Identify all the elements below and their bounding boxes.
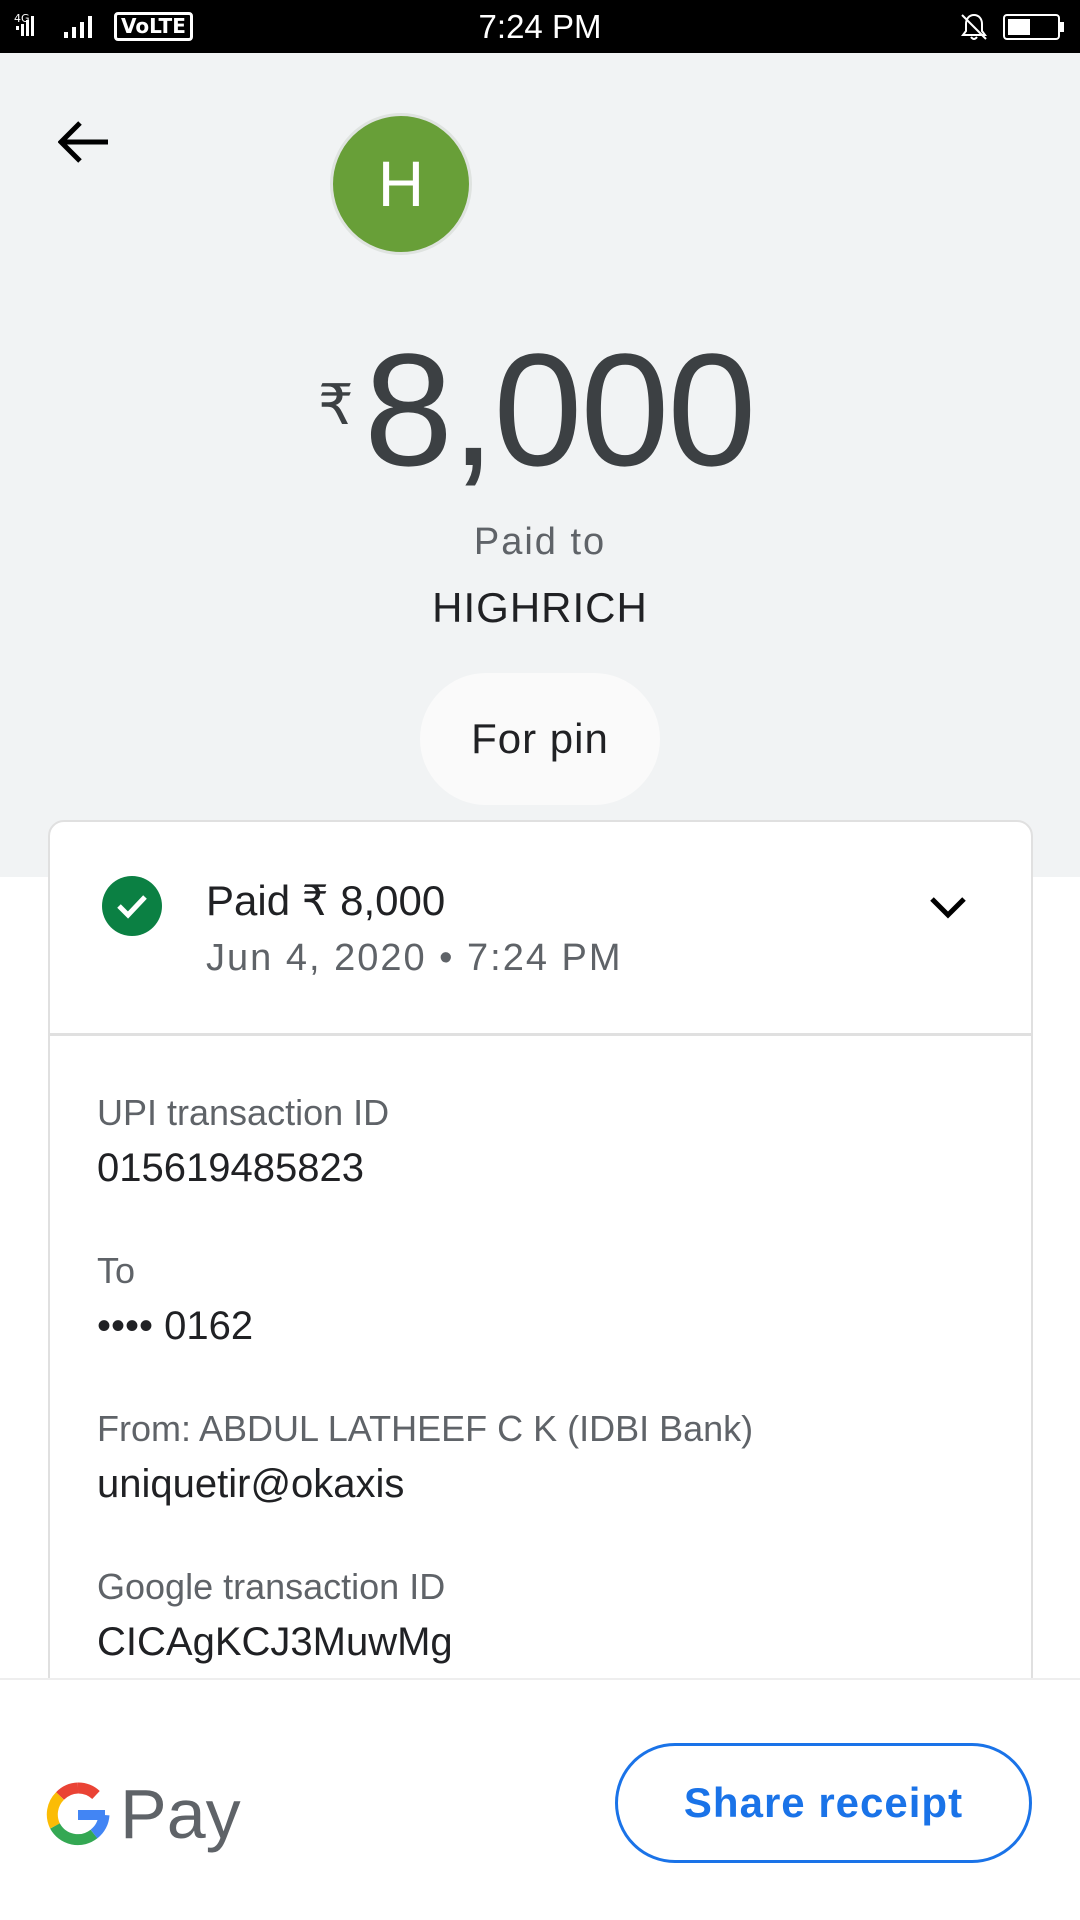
detail-value: •••• 0162 [97,1304,254,1348]
detail-value: 015619485823 [97,1146,364,1190]
detail-upi-transaction-id: UPI transaction ID 015619485823 [97,1092,389,1191]
detail-label: UPI transaction ID [97,1092,390,1133]
transaction-header[interactable]: Paid ₹ 8,000 Jun 4, 2020 • 7:24 PM [50,822,1031,1036]
detail-google-transaction-id: Google transaction ID CICAgKCJ3MuwMg [97,1566,453,1665]
battery-icon [1003,14,1064,40]
transaction-status-title: Paid ₹ 8,000 [206,877,446,924]
expand-button[interactable] [920,880,976,936]
bottom-bar: Pay Share receipt [0,1678,1080,1920]
payee-avatar: H [330,113,472,255]
status-bar: 4G VoLTE 7:24 PM [0,0,1080,53]
bell-muted-icon [961,13,987,40]
detail-to: To •••• 0162 [97,1250,253,1349]
arrow-back-icon [58,121,108,163]
payment-amount: 8,000 [364,320,756,499]
google-g-icon [46,1782,110,1846]
transaction-date: Jun 4, 2020 • 7:24 PM [206,937,623,979]
detail-label: From: ABDUL LATHEEF C K (IDBI Bank) [97,1408,754,1449]
check-circle-icon [102,876,162,936]
share-receipt-button[interactable]: Share receipt [615,1743,1032,1863]
detail-value: CICAgKCJ3MuwMg [97,1620,453,1664]
payment-note: For pin [420,673,660,805]
google-pay-logo: Pay [46,1764,241,1864]
pay-wordmark: Pay [120,1775,241,1853]
detail-from: From: ABDUL LATHEEF C K (IDBI Bank) uniq… [97,1408,753,1507]
paid-to-label: Paid to [473,521,607,563]
back-button[interactable] [52,110,116,174]
currency-symbol: ₹ [318,373,354,436]
detail-label: Google transaction ID [97,1566,446,1607]
detail-label: To [97,1250,136,1291]
payee-name: HIGHRICH [432,584,648,631]
status-time: 7:24 PM [478,8,602,45]
detail-value: uniquetir@okaxis [97,1462,405,1506]
chevron-down-icon [930,897,966,919]
